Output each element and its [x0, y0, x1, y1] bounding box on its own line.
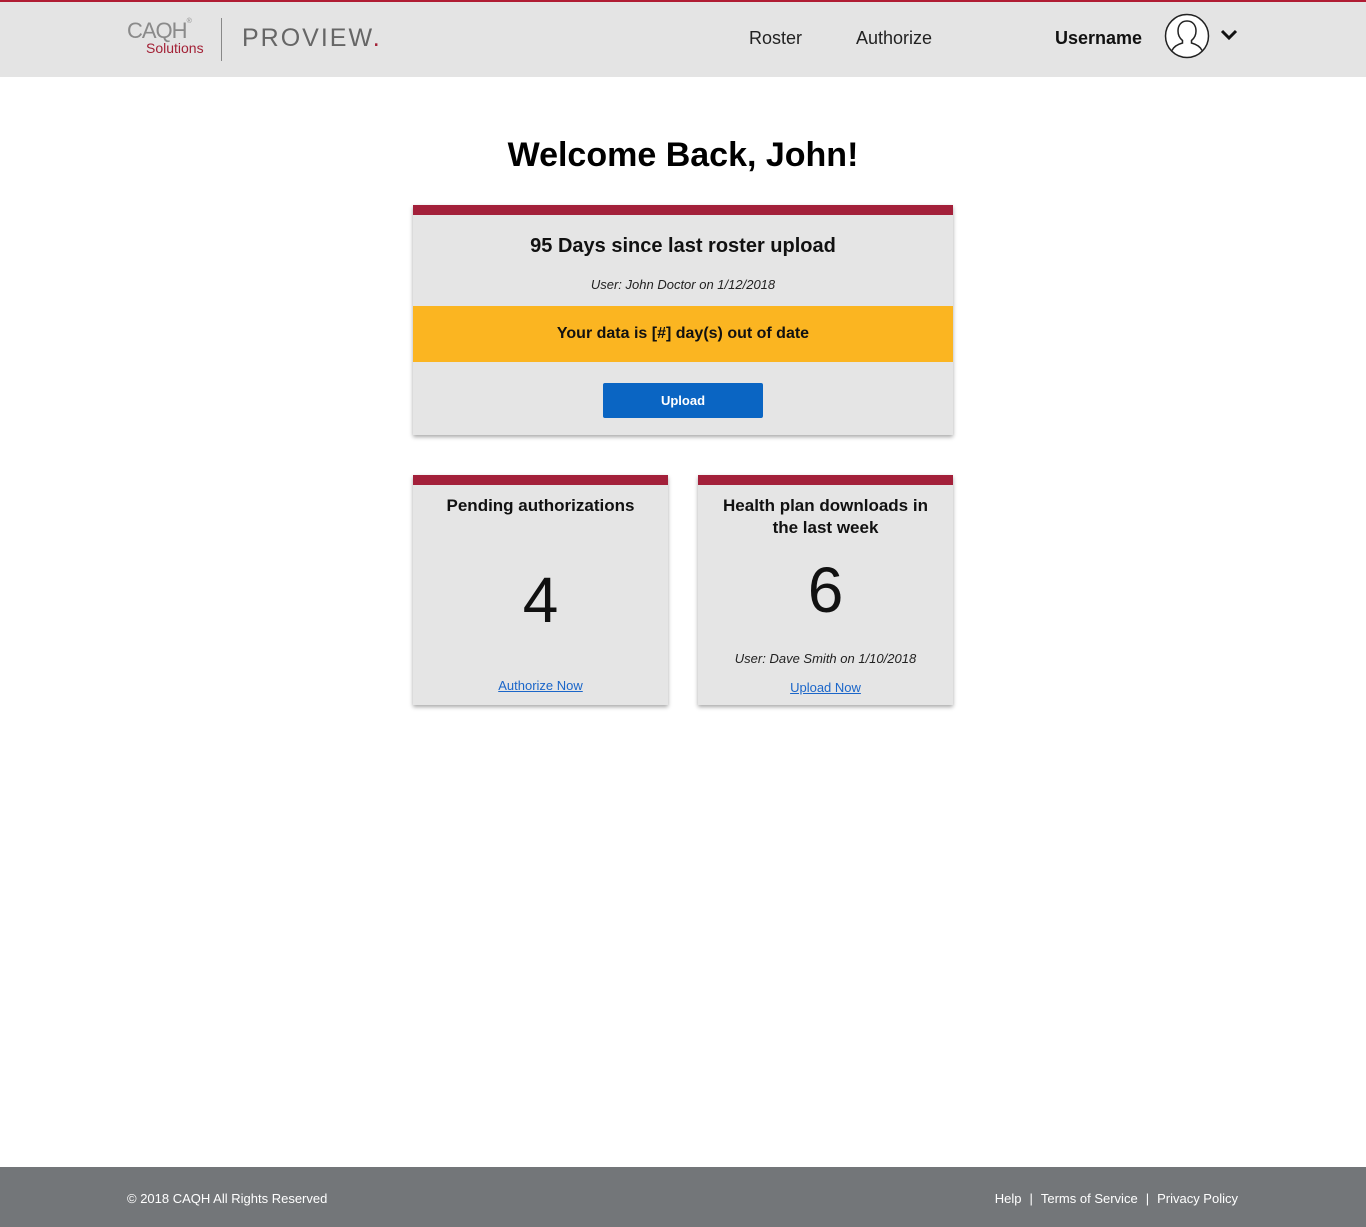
- top-header: CAQH® Solutions PROVIEW. Roster Authoriz…: [0, 2, 1366, 77]
- footer-privacy-link[interactable]: Privacy Policy: [1157, 1191, 1238, 1206]
- pending-count: 4: [522, 564, 559, 636]
- nav-authorize[interactable]: Authorize: [856, 28, 932, 49]
- upload-button[interactable]: Upload: [603, 383, 763, 418]
- footer-separator: |: [1029, 1191, 1033, 1206]
- authorize-now-link[interactable]: Authorize Now: [413, 678, 668, 693]
- warning-text: Your data is [#] day(s) out of date: [556, 325, 810, 342]
- logo-product-dot: .: [372, 24, 382, 52]
- downloads-user: User: Dave Smith on 1/10/2018: [734, 651, 917, 666]
- username-label[interactable]: Username: [1055, 28, 1142, 49]
- downloads-count: 6: [807, 554, 844, 626]
- card-accent-bar: [698, 475, 953, 485]
- footer-help-link[interactable]: Help: [995, 1191, 1022, 1206]
- caqh-proview-logo[interactable]: CAQH® Solutions PROVIEW.: [127, 18, 380, 63]
- pending-authorizations-card: Pending authorizations 4 Authorize Now: [413, 475, 668, 705]
- downloads-card-title: Health plan downloads in the last week: [723, 496, 928, 537]
- copyright-text: © 2018 CAQH All Rights Reserved: [127, 1191, 328, 1206]
- out-of-date-warning: Your data is [#] day(s) out of date: [413, 306, 953, 362]
- card-accent-bar: [413, 475, 668, 485]
- logo-brand-mark: ®: [186, 18, 192, 25]
- roster-upload-card: 95 Days since last roster upload User: J…: [413, 205, 953, 435]
- logo-subtitle: Solutions: [146, 40, 204, 56]
- page-footer: © 2018 CAQH All Rights Reserved Help | Ter…: [0, 1167, 1366, 1227]
- upload-now-link[interactable]: Upload Now: [698, 680, 953, 695]
- footer-terms-link[interactable]: Terms of Service: [1041, 1191, 1138, 1206]
- health-plan-downloads-card: Health plan downloads in the last week 6…: [698, 475, 953, 705]
- roster-card-title: 95 Days since last roster upload: [530, 235, 836, 257]
- card-accent-bar: [413, 205, 953, 215]
- logo-divider: [221, 18, 222, 61]
- pending-card-title: Pending authorizations: [446, 496, 635, 515]
- chevron-down-icon[interactable]: [1220, 28, 1238, 42]
- logo-product: PROVIEW.: [242, 24, 382, 53]
- logo-product-text: PROVIEW: [242, 24, 373, 52]
- footer-separator: |: [1145, 1191, 1150, 1206]
- nav-roster[interactable]: Roster: [749, 28, 802, 49]
- user-avatar-icon[interactable]: [1164, 13, 1210, 59]
- footer-links: Help | Terms of Service | Privacy Policy: [995, 1191, 1238, 1206]
- roster-last-upload-user: User: John Doctor on 1/12/2018: [590, 277, 776, 292]
- page-title: Welcome Back, John!: [507, 136, 859, 174]
